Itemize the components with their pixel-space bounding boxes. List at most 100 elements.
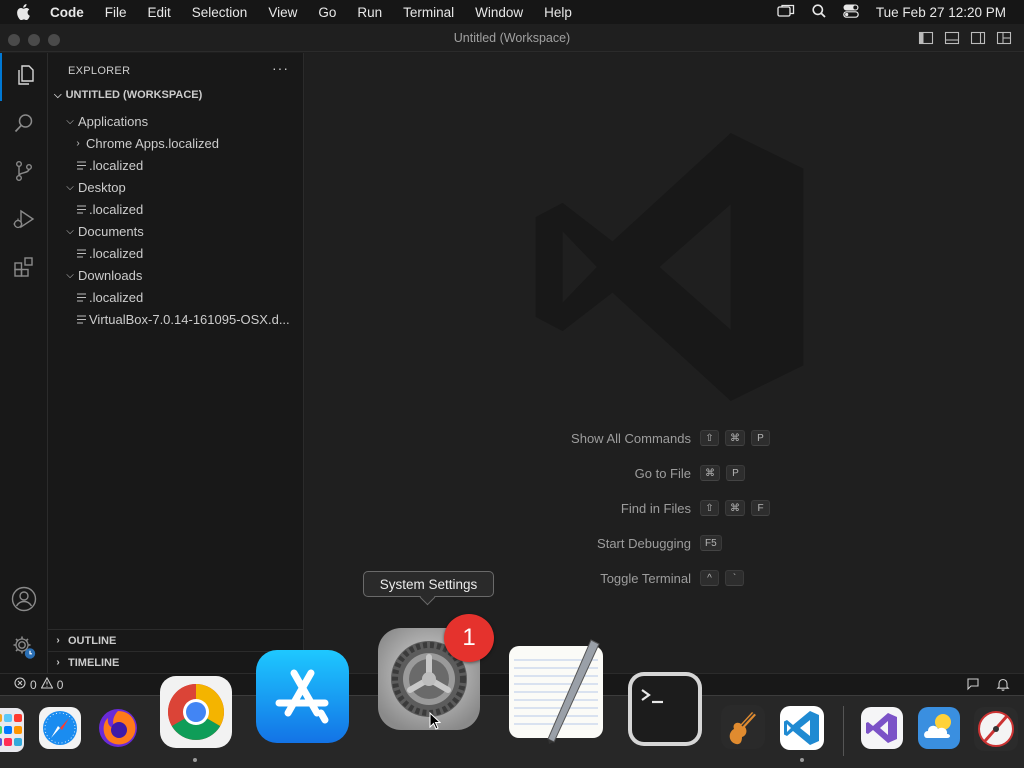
run-debug-icon bbox=[12, 207, 36, 236]
garageband-icon[interactable] bbox=[719, 703, 767, 751]
key-f: F bbox=[751, 500, 770, 516]
instruments-icon[interactable] bbox=[972, 705, 1020, 753]
toggle-primary-sidebar-icon[interactable] bbox=[918, 30, 934, 46]
menu-window[interactable]: Window bbox=[475, 5, 523, 20]
dock-separator bbox=[843, 706, 844, 756]
explorer-sidebar: EXPLORER ··· ⌵ UNTITLED (WORKSPACE) ⌵ Ap… bbox=[48, 53, 304, 673]
tree-file-localized[interactable]: .localized bbox=[48, 198, 303, 220]
file-lines-icon bbox=[74, 204, 88, 214]
tree-item-label: .localized bbox=[89, 157, 144, 173]
warning-icon bbox=[40, 676, 54, 692]
menu-view[interactable]: View bbox=[268, 5, 297, 20]
key-p: P bbox=[751, 430, 770, 446]
accounts-activity-button[interactable] bbox=[0, 577, 48, 625]
dock-tooltip: System Settings bbox=[363, 571, 494, 597]
menu-selection[interactable]: Selection bbox=[192, 5, 248, 20]
menu-extras: Tue Feb 27 12:20 PM bbox=[777, 0, 1006, 24]
control-center-icon[interactable] bbox=[843, 4, 859, 21]
tree-file-localized[interactable]: .localized bbox=[48, 154, 303, 176]
key-command: ⌘ bbox=[725, 500, 745, 516]
apple-menu-icon[interactable] bbox=[16, 4, 36, 20]
gear-icon bbox=[11, 634, 37, 665]
hint-find-in-files[interactable]: Find in Files ⇧ ⌘ F bbox=[305, 497, 1024, 519]
menubar-clock[interactable]: Tue Feb 27 12:20 PM bbox=[876, 5, 1006, 20]
hint-label: Find in Files bbox=[620, 500, 691, 516]
tree-folder-downloads[interactable]: ⌵ Downloads bbox=[48, 264, 303, 286]
explorer-more-actions-icon[interactable]: ··· bbox=[272, 60, 289, 76]
tree-item-label: .localized bbox=[89, 245, 144, 261]
toggle-panel-icon[interactable] bbox=[944, 30, 960, 46]
menu-file[interactable]: File bbox=[105, 5, 127, 20]
window-titlebar: Untitled (Workspace) bbox=[0, 24, 1024, 52]
toggle-secondary-sidebar-icon[interactable] bbox=[970, 30, 986, 46]
explorer-activity-button[interactable] bbox=[0, 53, 48, 101]
tree-folder-desktop[interactable]: ⌵ Desktop bbox=[48, 176, 303, 198]
run-debug-activity-button[interactable] bbox=[0, 197, 48, 245]
timeline-label: TIMELINE bbox=[68, 656, 120, 669]
key-backtick: ` bbox=[725, 570, 744, 586]
warning-count: 0 bbox=[56, 677, 64, 692]
hint-start-debugging[interactable]: Start Debugging F5 bbox=[305, 532, 1024, 554]
source-control-icon bbox=[12, 159, 36, 188]
tree-folder-documents[interactable]: ⌵ Documents bbox=[48, 220, 303, 242]
tree-folder-chrome-apps[interactable]: › Chrome Apps.localized bbox=[48, 132, 303, 154]
hint-go-to-file[interactable]: Go to File ⌘ P bbox=[305, 462, 1024, 484]
menu-terminal[interactable]: Terminal bbox=[403, 5, 454, 20]
menu-run[interactable]: Run bbox=[357, 5, 382, 20]
key-control: ^ bbox=[700, 570, 719, 586]
tree-item-label: .localized bbox=[89, 289, 144, 305]
file-lines-icon bbox=[74, 314, 88, 324]
file-lines-icon bbox=[74, 292, 88, 302]
visual-studio-icon[interactable] bbox=[859, 705, 905, 751]
key-shift: ⇧ bbox=[700, 430, 719, 446]
app-store-icon[interactable] bbox=[254, 648, 351, 745]
manage-activity-button[interactable] bbox=[0, 625, 48, 673]
file-lines-icon bbox=[74, 160, 88, 170]
search-activity-button[interactable] bbox=[0, 101, 48, 149]
running-indicator bbox=[193, 758, 197, 762]
vscode-icon[interactable] bbox=[778, 704, 826, 752]
hint-show-all-commands[interactable]: Show All Commands ⇧ ⌘ P bbox=[305, 427, 1024, 449]
firefox-icon[interactable] bbox=[95, 705, 141, 751]
workspace-header[interactable]: ⌵ UNTITLED (WORKSPACE) bbox=[54, 89, 202, 101]
tree-file-virtualbox[interactable]: VirtualBox-7.0.14-161095-OSX.d... bbox=[48, 308, 303, 330]
tooltip-text: System Settings bbox=[379, 576, 478, 592]
tree-file-localized[interactable]: .localized bbox=[48, 286, 303, 308]
terminal-icon[interactable] bbox=[626, 670, 704, 748]
spotlight-search-icon[interactable] bbox=[812, 3, 826, 21]
extensions-activity-button[interactable] bbox=[0, 245, 48, 293]
chrome-icon[interactable] bbox=[159, 675, 233, 749]
notifications-bell-icon[interactable] bbox=[996, 677, 1010, 694]
key-f5: F5 bbox=[700, 535, 722, 551]
source-control-activity-button[interactable] bbox=[0, 149, 48, 197]
screen-mirroring-icon[interactable] bbox=[777, 4, 795, 21]
error-icon bbox=[14, 677, 26, 692]
tree-item-label: VirtualBox-7.0.14-161095-OSX.d... bbox=[89, 311, 290, 327]
chevron-down-icon: ⌵ bbox=[66, 181, 74, 193]
menu-go[interactable]: Go bbox=[318, 5, 336, 20]
tree-item-label: Desktop bbox=[78, 179, 126, 195]
running-indicator bbox=[800, 758, 804, 762]
tree-file-localized[interactable]: .localized bbox=[48, 242, 303, 264]
outline-label: OUTLINE bbox=[68, 634, 117, 647]
weather-icon[interactable] bbox=[916, 705, 962, 751]
window-title: Untitled (Workspace) bbox=[453, 31, 571, 45]
launchpad-icon[interactable] bbox=[0, 704, 24, 756]
hint-label: Start Debugging bbox=[597, 535, 691, 551]
menu-app-name[interactable]: Code bbox=[50, 5, 84, 20]
layout-controls bbox=[918, 30, 1012, 46]
tree-folder-applications[interactable]: ⌵ Applications bbox=[48, 110, 303, 132]
status-right bbox=[966, 677, 1010, 694]
customize-layout-icon[interactable] bbox=[996, 30, 1012, 46]
tree-item-label: Downloads bbox=[78, 267, 143, 283]
menu-help[interactable]: Help bbox=[544, 5, 572, 20]
problems-status[interactable]: 0 0 bbox=[14, 676, 64, 692]
menu-edit[interactable]: Edit bbox=[148, 5, 171, 20]
account-icon bbox=[11, 586, 37, 617]
textedit-icon[interactable] bbox=[506, 638, 606, 744]
feedback-icon[interactable] bbox=[966, 677, 980, 694]
chevron-right-icon: › bbox=[56, 635, 60, 646]
search-icon bbox=[12, 111, 36, 140]
safari-icon[interactable] bbox=[37, 705, 83, 751]
extensions-icon bbox=[12, 255, 36, 284]
